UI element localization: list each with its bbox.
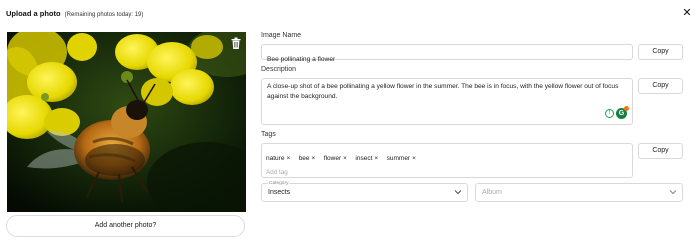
tag-label: bee xyxy=(298,155,310,162)
category-select[interactable]: Category Insects xyxy=(261,181,468,202)
tag-remove-icon[interactable]: × xyxy=(343,155,347,162)
tag-remove-icon[interactable]: × xyxy=(412,155,416,162)
copy-description-button[interactable]: Copy xyxy=(638,78,683,94)
tag-chip: summer × xyxy=(387,155,416,162)
add-another-photo-button[interactable]: Add another photo? xyxy=(6,215,245,237)
category-caption: Category xyxy=(268,181,290,186)
dialog-title: Upload a photo (Remaining photos today: … xyxy=(6,9,143,18)
chevron-down-icon xyxy=(669,190,677,195)
description-value: A close-up shot of a bee pollinating a y… xyxy=(267,83,619,100)
copy-image-name-button[interactable]: Copy xyxy=(638,44,683,60)
copy-tags-button[interactable]: Copy xyxy=(638,143,683,159)
tag-label: nature xyxy=(266,155,285,162)
close-icon[interactable]: ✕ xyxy=(681,7,693,19)
tag-chip: bee × xyxy=(299,155,316,162)
image-name-value: Bee pollinating a flower xyxy=(267,56,336,63)
description-label: Description xyxy=(261,66,297,73)
image-name-label: Image Name xyxy=(261,32,302,39)
image-name-field[interactable]: Bee pollinating a flower xyxy=(261,44,633,63)
tag-chip: nature × xyxy=(266,155,290,162)
tag-remove-icon[interactable]: × xyxy=(312,155,316,162)
chevron-down-icon xyxy=(454,190,462,195)
album-placeholder: Album xyxy=(482,189,502,196)
add-tag-input[interactable]: Add tag xyxy=(266,169,628,176)
remaining-photos-count: (Remaining photos today: 19) xyxy=(64,12,144,18)
tag-chip: insect × xyxy=(355,155,378,162)
notification-badge xyxy=(624,106,629,111)
tags-list: nature × bee × flower × insect × summer × xyxy=(266,147,628,165)
category-value: Insects xyxy=(268,189,291,196)
tags-field[interactable]: nature × bee × flower × insect × summer × Add… xyxy=(261,143,633,178)
tag-remove-icon[interactable]: × xyxy=(374,155,378,162)
album-select[interactable]: Album xyxy=(475,183,683,202)
description-field[interactable]: A close-up shot of a bee pollinating a y… xyxy=(261,78,633,125)
photo-preview xyxy=(7,32,246,212)
lightbulb-icon[interactable]: ! xyxy=(605,109,614,118)
tag-label: flower xyxy=(323,155,342,162)
dialog-title-text: Upload a photo xyxy=(6,9,61,18)
bee-photo-image xyxy=(7,32,246,212)
tags-label: Tags xyxy=(261,131,276,138)
tag-remove-icon[interactable]: × xyxy=(286,155,290,162)
writing-assistant: ! G xyxy=(605,106,629,120)
tag-label: summer xyxy=(386,155,411,162)
tag-label: insect xyxy=(355,155,373,162)
trash-icon[interactable] xyxy=(230,37,242,50)
tag-chip: flower × xyxy=(324,155,347,162)
